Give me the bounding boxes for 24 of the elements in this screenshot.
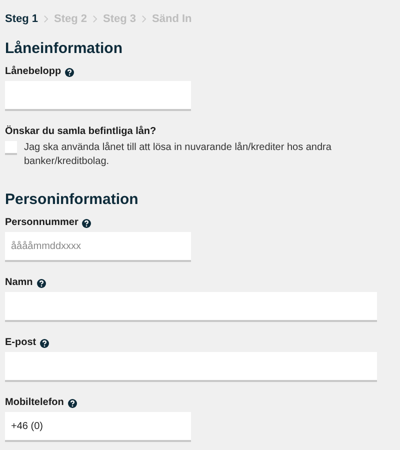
- field-label: Lånebelopp: [5, 66, 62, 78]
- checkbox-text: Jag ska använda lånet till att lösa in nuvarande lån/krediter hos andra banker/kreditbolag.: [24, 141, 332, 169]
- checkbox[interactable]: [5, 141, 17, 155]
- question-label: Önskar du samla befintliga lån?: [5, 126, 158, 138]
- help-icon[interactable]: [68, 398, 77, 408]
- input-field[interactable]: [5, 81, 191, 111]
- section-heading: Låneinformation: [5, 40, 124, 58]
- field-label: Mobiltelefon: [5, 397, 64, 409]
- help-icon[interactable]: [40, 338, 50, 348]
- field-label: Personnummer: [5, 217, 78, 229]
- field-label: Namn: [5, 277, 33, 289]
- input-field[interactable]: ååååmmddxxxx: [5, 232, 191, 262]
- help-icon[interactable]: [82, 218, 92, 228]
- input-field[interactable]: [5, 352, 377, 382]
- section-heading: Personinformation: [5, 191, 140, 209]
- chevron-icon: [44, 15, 48, 23]
- field-label: E-post: [5, 337, 36, 349]
- help-icon[interactable]: [36, 278, 46, 288]
- help-icon[interactable]: [65, 68, 74, 76]
- input-field[interactable]: +46 (0): [5, 412, 191, 442]
- chevron-icon: [93, 15, 98, 23]
- input-field[interactable]: [5, 292, 377, 322]
- step-tab[interactable]: Steg 1: [5, 10, 38, 28]
- chevron-icon: [142, 15, 146, 23]
